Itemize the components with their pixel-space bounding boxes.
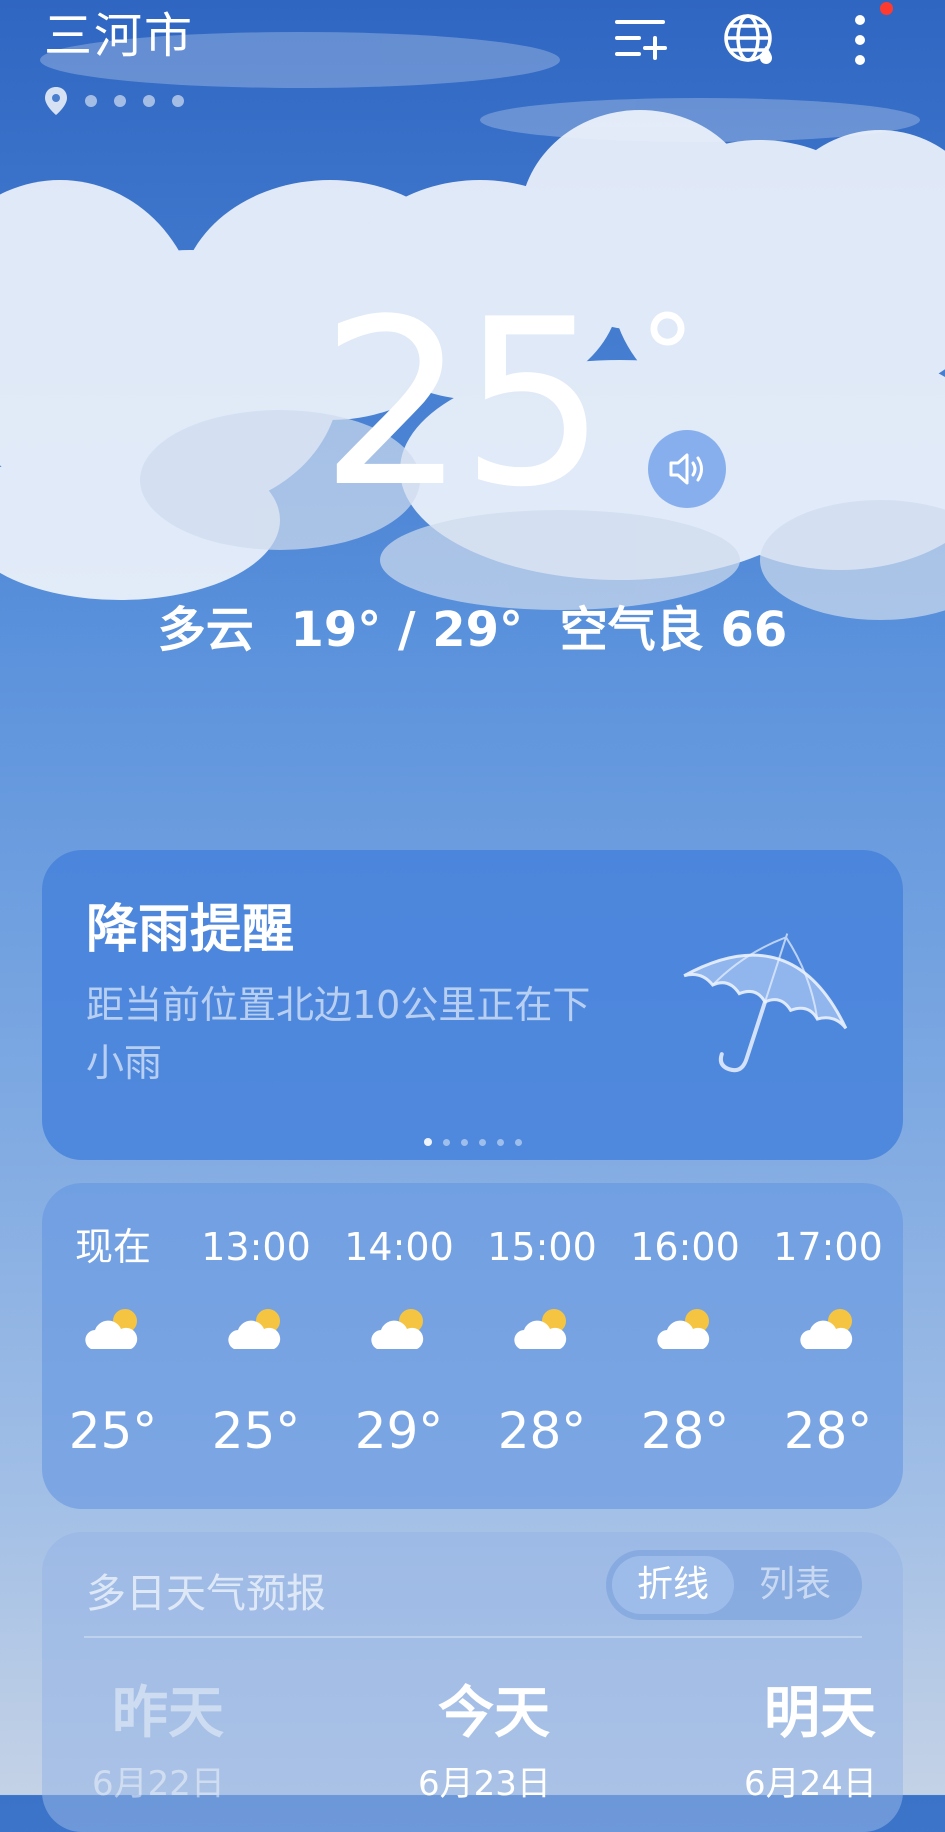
air-quality[interactable]: 空气良 66: [560, 602, 788, 658]
pager-dot: [479, 1138, 486, 1146]
current-temperature: 25: [320, 271, 607, 538]
voice-broadcast-button[interactable]: [648, 430, 726, 508]
hour-column: 14:00 29°: [329, 1221, 469, 1463]
hour-time: 16:00: [630, 1225, 740, 1269]
alert-title: 降雨提醒: [86, 900, 295, 960]
hour-temp: 25°: [211, 1402, 301, 1460]
partly-cloudy-icon: [800, 1309, 853, 1349]
more-icon: [855, 15, 865, 65]
hourly-forecast-card[interactable]: 现在 25° 13:00 25° 14:00 29° 15:00 28° 16:…: [42, 1183, 903, 1509]
notification-badge: [880, 2, 893, 15]
alert-pager: [424, 1138, 533, 1146]
hour-time: 14:00: [344, 1225, 454, 1269]
multi-day-forecast-card: 多日天气预报 折线 列表 昨天 6月22日 今天 6月23日 明天 6月24日: [42, 1532, 903, 1832]
weather-summary: 多云 19° / 29° 空气良 66: [0, 600, 945, 660]
date-label-tomorrow: 6月24日: [744, 1764, 877, 1804]
partly-cloudy-icon: [85, 1309, 138, 1349]
hour-column: 17:00 28°: [758, 1221, 898, 1463]
pager-dot: [515, 1138, 522, 1146]
hour-time: 现在: [74, 1225, 151, 1269]
day-label-today[interactable]: 今天: [438, 1682, 550, 1746]
hour-column: 13:00 25°: [186, 1221, 326, 1463]
pager-dot: [497, 1138, 504, 1146]
degree-symbol: °: [640, 291, 695, 419]
divider: [84, 1636, 862, 1638]
hour-column: 现在 25°: [43, 1221, 183, 1463]
add-city-icon: [615, 20, 667, 60]
partly-cloudy-icon: [514, 1309, 567, 1349]
pager-dot: [461, 1138, 468, 1146]
date-label-yesterday: 6月22日: [92, 1764, 225, 1804]
list-view-tab[interactable]: 列表: [734, 1556, 856, 1614]
hour-time: 15:00: [487, 1225, 597, 1269]
page-dot: [143, 95, 155, 107]
speaker-icon: [669, 453, 703, 485]
city-name[interactable]: 三河市: [44, 6, 194, 66]
location-pin-icon: [45, 87, 67, 115]
add-city-button[interactable]: [608, 8, 672, 72]
more-button[interactable]: [828, 8, 892, 72]
hour-temp: 25°: [68, 1402, 158, 1460]
date-label-today: 6月23日: [418, 1764, 551, 1804]
alert-message: 距当前位置北边10公里正在下小雨: [86, 983, 591, 1085]
hour-temp: 28°: [640, 1402, 730, 1460]
rain-alert-card[interactable]: 降雨提醒 距当前位置北边10公里正在下小雨: [42, 850, 903, 1160]
page-dot: [85, 95, 97, 107]
partly-cloudy-icon: [371, 1309, 424, 1349]
hour-column: 16:00 28°: [615, 1221, 755, 1463]
hour-temp: 29°: [354, 1402, 444, 1460]
page-dot: [172, 95, 184, 107]
globe-icon: [724, 14, 772, 64]
forecast-title: 多日天气预报: [86, 1571, 326, 1617]
line-view-tab[interactable]: 折线: [612, 1556, 734, 1614]
temperature-range: 19° / 29°: [290, 602, 524, 658]
globe-button[interactable]: [718, 8, 782, 72]
partly-cloudy-icon: [228, 1309, 281, 1349]
hour-temp: 28°: [783, 1402, 873, 1460]
pager-dot: [424, 1138, 432, 1146]
hour-time: 17:00: [773, 1225, 883, 1269]
hour-time: 13:00: [201, 1225, 311, 1269]
view-toggle: 折线 列表: [606, 1550, 862, 1620]
partly-cloudy-icon: [657, 1309, 710, 1349]
pager-dot: [443, 1138, 450, 1146]
hour-column: 15:00 28°: [472, 1221, 612, 1463]
day-label-tomorrow[interactable]: 明天: [764, 1682, 876, 1746]
day-label-yesterday[interactable]: 昨天: [112, 1682, 224, 1746]
top-bar: 三河市: [0, 0, 945, 115]
umbrella-icon: [683, 933, 848, 1073]
location-pager: [44, 86, 184, 116]
page-dot: [114, 95, 126, 107]
hour-temp: 28°: [497, 1402, 587, 1460]
condition-text: 多云: [157, 602, 254, 658]
